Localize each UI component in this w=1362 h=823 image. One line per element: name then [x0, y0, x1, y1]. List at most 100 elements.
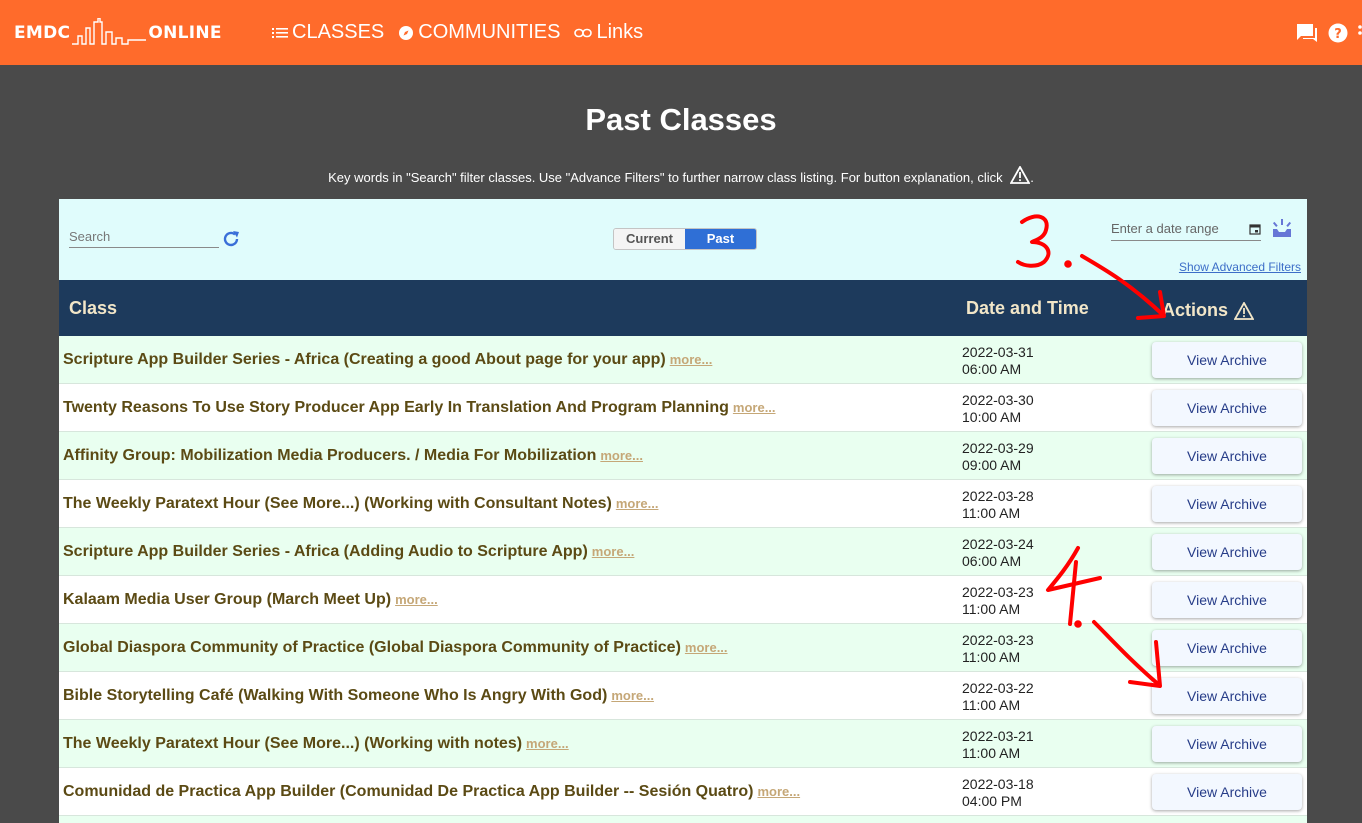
class-time: 11:00 AM — [962, 697, 1021, 713]
table-row: Bible Storytelling Café (Walking With So… — [59, 672, 1307, 720]
class-datetime: 2022-03-23 11:00 AM — [962, 584, 1034, 618]
toggle-past[interactable]: Past — [685, 229, 756, 249]
class-date: 2022-03-28 — [962, 488, 1034, 504]
actions-warning-icon[interactable] — [1234, 301, 1255, 320]
page-hint: Key words in "Search" filter classes. Us… — [0, 165, 1362, 187]
more-link[interactable]: more... — [670, 352, 713, 367]
class-date: 2022-03-29 — [962, 440, 1034, 456]
nav-links-label: Links — [596, 21, 644, 43]
view-archive-button[interactable]: View Archive — [1152, 774, 1302, 810]
class-datetime: 2022-03-29 09:00 AM — [962, 440, 1034, 474]
nav-classes-label: CLASSES — [292, 21, 385, 43]
class-title[interactable]: Kalaam Media User Group (March Meet Up) m… — [63, 591, 943, 609]
table-row: The Weekly Paratext Hour (See More...) (… — [59, 480, 1307, 528]
more-link[interactable]: more... — [395, 592, 438, 607]
class-title[interactable]: Scripture App Builder Series - Africa (C… — [63, 351, 943, 369]
main-nav: CLASSES COMMUNITIES Links — [272, 0, 657, 65]
nav-classes[interactable]: CLASSES — [272, 21, 384, 44]
nav-communities-label: COMMUNITIES — [418, 21, 561, 43]
view-archive-button[interactable]: View Archive — [1152, 486, 1302, 522]
show-advanced-filters-link[interactable]: Show Advanced Filters — [1179, 260, 1301, 274]
class-datetime: 2022-03-30 10:00 AM — [962, 392, 1034, 426]
more-link[interactable]: more... — [600, 448, 643, 463]
class-time: 10:00 AM — [962, 409, 1022, 425]
view-archive-button[interactable]: View Archive — [1152, 678, 1302, 714]
table-row: Twenty Reasons To Use Story Producer App… — [59, 384, 1307, 432]
class-datetime: 2022-03-28 11:00 AM — [962, 488, 1034, 522]
class-date: 2022-03-21 — [962, 728, 1034, 744]
more-link[interactable]: more... — [611, 688, 654, 703]
view-archive-button[interactable]: View Archive — [1152, 342, 1302, 378]
class-title-text: Affinity Group: Mobilization Media Produ… — [63, 447, 597, 464]
nav-communities[interactable]: COMMUNITIES — [398, 21, 560, 44]
class-title[interactable]: Twenty Reasons To Use Story Producer App… — [63, 399, 943, 417]
date-range-input[interactable] — [1111, 219, 1245, 240]
class-datetime: 2022-03-18 04:00 PM — [962, 776, 1034, 810]
class-date: 2022-03-22 — [962, 680, 1034, 696]
class-title-text: Twenty Reasons To Use Story Producer App… — [63, 399, 729, 416]
column-header-class[interactable]: Class — [69, 298, 117, 319]
class-title[interactable]: The Weekly Paratext Hour (See More...) (… — [63, 735, 943, 753]
column-header-actions: Actions — [1162, 300, 1255, 321]
table-row: Scripture App Builder Series - Africa (C… — [59, 336, 1307, 384]
toggle-current[interactable]: Current — [614, 229, 685, 249]
calendar-icon[interactable] — [1249, 223, 1261, 235]
more-link[interactable]: more... — [616, 496, 659, 511]
class-title[interactable]: Bible Storytelling Café (Walking With So… — [63, 687, 943, 705]
class-title-text: Comunidad de Practica App Builder (Comun… — [63, 783, 754, 800]
view-archive-button[interactable]: View Archive — [1152, 390, 1302, 426]
date-range-field — [1111, 219, 1261, 241]
class-time: 09:00 AM — [962, 457, 1022, 473]
logo-text-right: ONLINE — [148, 23, 222, 43]
view-archive-button[interactable]: View Archive — [1152, 630, 1302, 666]
class-date: 2022-03-23 — [962, 632, 1034, 648]
class-title-text: The Weekly Paratext Hour (See More...) (… — [63, 735, 523, 752]
class-datetime: 2022-03-24 06:00 AM — [962, 536, 1034, 570]
help-icon[interactable]: ? — [1328, 23, 1348, 43]
more-link[interactable]: more... — [685, 640, 728, 655]
class-time: 11:00 AM — [962, 505, 1021, 521]
view-archive-button[interactable]: View Archive — [1152, 534, 1302, 570]
chat-icon[interactable] — [1296, 23, 1318, 43]
warning-icon[interactable] — [1009, 165, 1031, 187]
column-header-date[interactable]: Date and Time — [966, 298, 1089, 319]
table-header: Class Date and Time Actions — [59, 280, 1307, 336]
class-date: 2022-03-30 — [962, 392, 1034, 408]
export-icon[interactable] — [1271, 219, 1293, 239]
view-archive-button[interactable]: View Archive — [1152, 582, 1302, 618]
table-row: Scripture App Builder Series - Africa (A… — [59, 528, 1307, 576]
more-link[interactable]: more... — [592, 544, 635, 559]
nav-links[interactable]: Links — [574, 21, 643, 44]
table-row: Kalaam Media User Group (March Meet Up) m… — [59, 576, 1307, 624]
more-vert-icon[interactable] — [1358, 24, 1362, 42]
current-past-toggle: Current Past — [613, 228, 757, 250]
more-link[interactable]: more... — [757, 784, 800, 799]
class-time: 06:00 AM — [962, 361, 1022, 377]
class-datetime: 2022-03-21 11:00 AM — [962, 728, 1034, 762]
class-time: 06:00 AM — [962, 553, 1022, 569]
class-title[interactable]: Comunidad de Practica App Builder (Comun… — [63, 783, 943, 801]
class-title-text: The Weekly Paratext Hour (See More...) (… — [63, 495, 612, 512]
class-time: 11:00 AM — [962, 745, 1021, 761]
refresh-icon[interactable] — [221, 229, 241, 249]
compass-icon — [398, 25, 414, 41]
class-title[interactable]: The Weekly Paratext Hour (See More...) (… — [63, 495, 943, 513]
class-date: 2022-03-24 — [962, 536, 1034, 552]
class-title[interactable]: Scripture App Builder Series - Africa (A… — [63, 543, 943, 561]
class-title[interactable]: Global Diaspora Community of Practice (G… — [63, 639, 943, 657]
class-title-text: Kalaam Media User Group (March Meet Up) — [63, 591, 392, 608]
top-bar: EMDC ONLINE CLASSES COMMUNITIES Links ? — [0, 0, 1362, 65]
view-archive-button[interactable]: View Archive — [1152, 726, 1302, 762]
class-title-text: Global Diaspora Community of Practice (G… — [63, 639, 681, 656]
class-title[interactable]: Affinity Group: Mobilization Media Produ… — [63, 447, 943, 465]
class-time: 11:00 AM — [962, 601, 1021, 617]
more-link[interactable]: more... — [733, 400, 776, 415]
search-input[interactable] — [69, 227, 219, 247]
view-archive-button[interactable]: View Archive — [1152, 438, 1302, 474]
class-time: 11:00 AM — [962, 649, 1021, 665]
class-time: 04:00 PM — [962, 793, 1022, 809]
table-row: The Weekly Paratext Hour (See More...) (… — [59, 720, 1307, 768]
site-logo[interactable]: EMDC ONLINE — [14, 18, 222, 48]
more-link[interactable]: more... — [526, 736, 569, 751]
table-row: Affinity Group: Mobilization Media Produ… — [59, 432, 1307, 480]
